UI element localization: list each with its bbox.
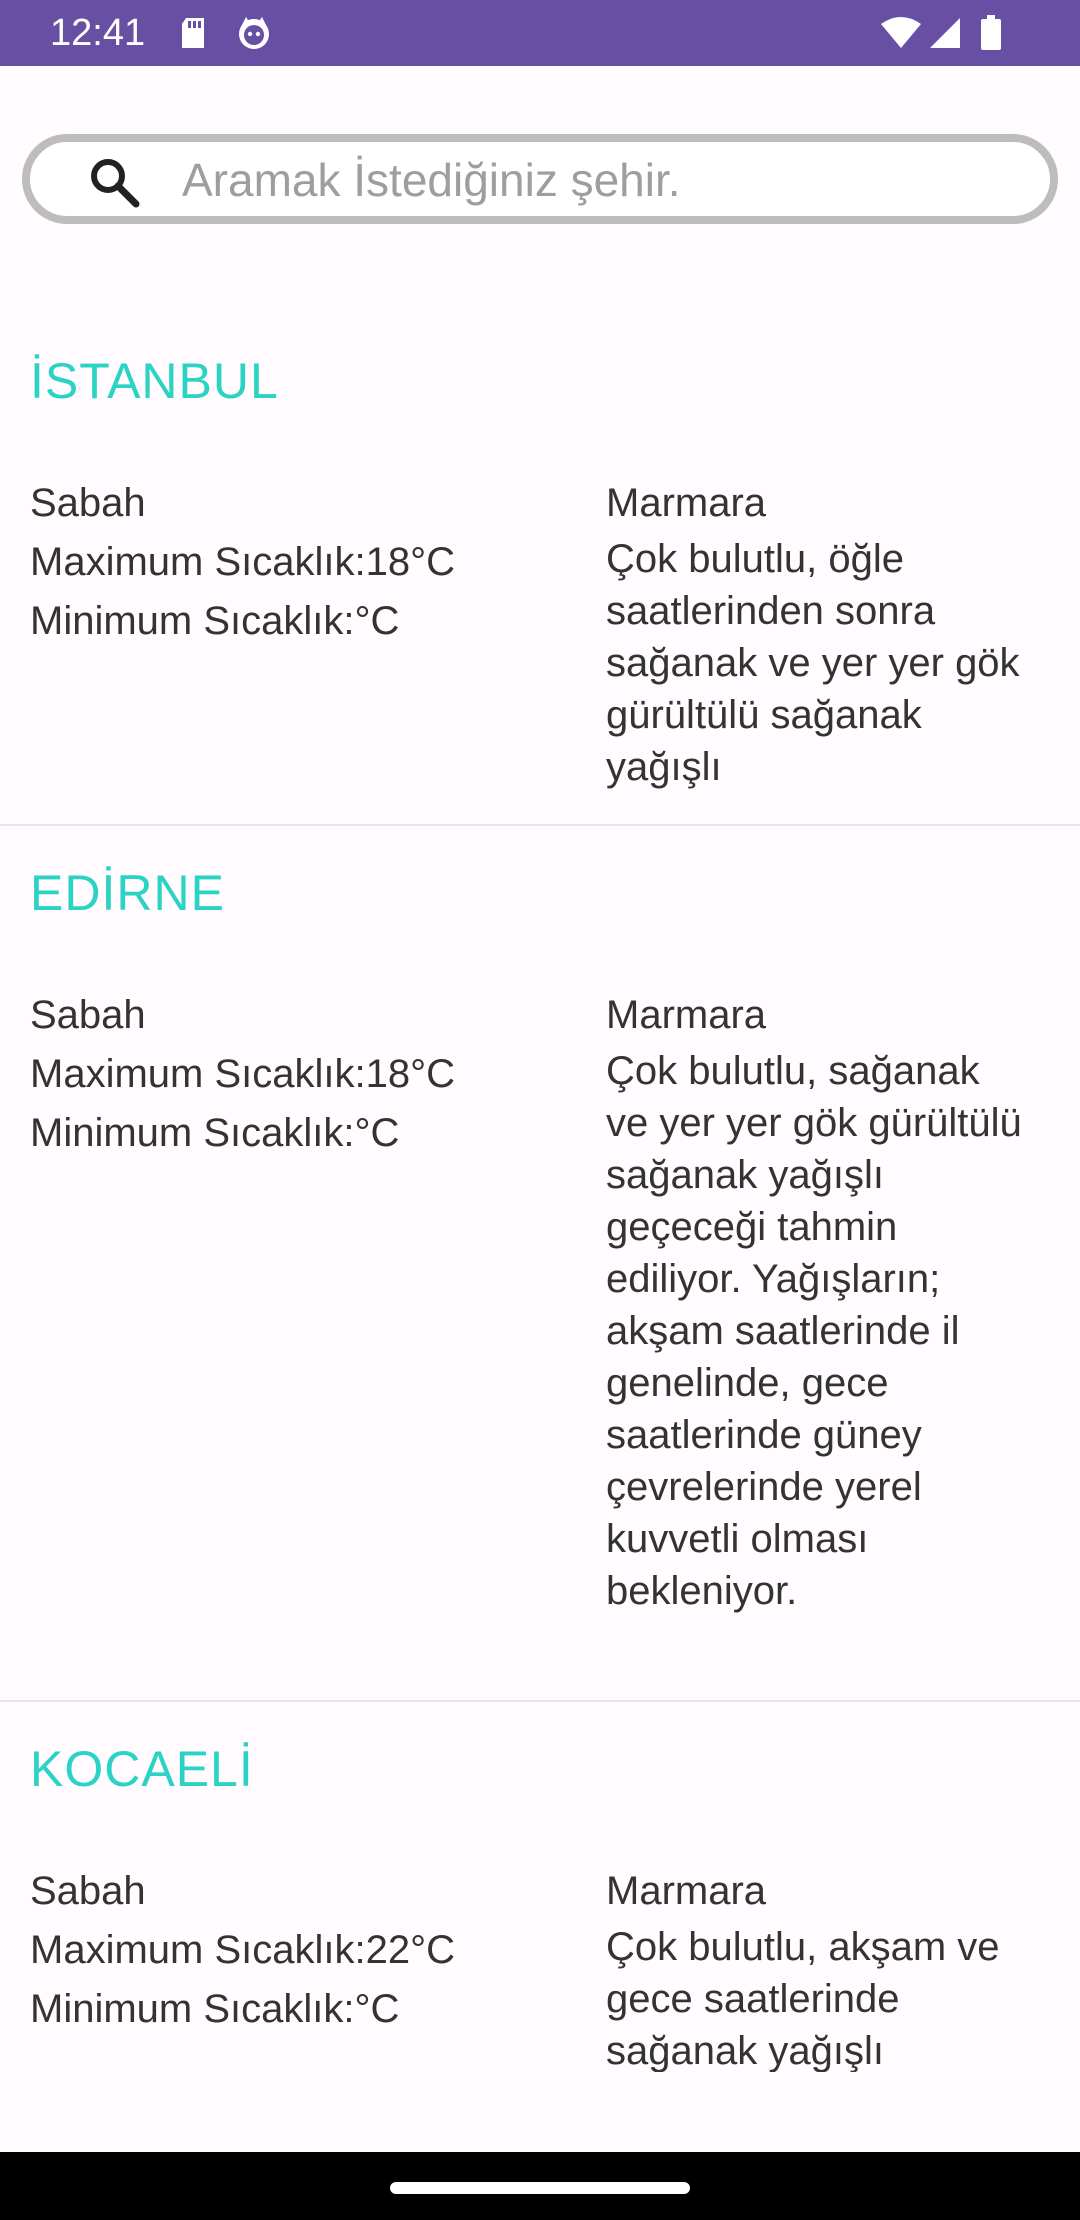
min-temp-label: Minimum Sıcaklık:°C — [30, 1111, 400, 1155]
min-temp-label: Minimum Sıcaklık:°C — [30, 599, 400, 643]
forecast-description: Çok bulutlu, akşam ve gece saatlerinde s… — [606, 1925, 1000, 2072]
forecast-info: Marmara Çok bulutlu, akşam ve gece saatl… — [606, 1862, 1026, 2072]
navigation-bar — [0, 2152, 1080, 2220]
city-card-istanbul[interactable]: İSTANBUL Sabah Maximum Sıcaklık:18°C Min… — [0, 300, 1080, 826]
forecast-description: Çok bulutlu, öğle saatlerinden sonra sağ… — [606, 537, 1020, 789]
search-icon[interactable] — [88, 156, 140, 213]
wifi-icon — [880, 0, 922, 66]
cat-icon — [236, 0, 272, 66]
region-label: Marmara — [606, 993, 767, 1037]
city-list[interactable]: İSTANBUL Sabah Maximum Sıcaklık:18°C Min… — [0, 300, 1080, 2072]
forecast-description: Çok bulutlu, sağanak ve yer yer gök gürü… — [606, 1049, 1022, 1613]
temperature-info: Sabah Maximum Sıcaklık:22°C Minimum Sıca… — [30, 1862, 455, 2039]
city-name: İSTANBUL — [30, 353, 279, 409]
region-label: Marmara — [606, 1869, 767, 1913]
max-temp-label: Maximum Sıcaklık:18°C — [30, 1052, 455, 1096]
sd-card-icon — [178, 0, 208, 66]
city-card-kocaeli[interactable]: KOCAELİ Sabah Maximum Sıcaklık:22°C Mini… — [0, 1702, 1080, 2072]
period-label: Sabah — [30, 1869, 146, 1913]
forecast-info: Marmara Çok bulutlu, sağanak ve yer yer … — [606, 986, 1026, 1617]
city-name: EDİRNE — [30, 865, 225, 921]
home-gesture-handle[interactable] — [390, 2182, 690, 2194]
temperature-info: Sabah Maximum Sıcaklık:18°C Minimum Sıca… — [30, 474, 455, 651]
search-input[interactable] — [180, 142, 1044, 218]
city-card-edirne[interactable]: EDİRNE Sabah Maximum Sıcaklık:18°C Minim… — [0, 826, 1080, 1702]
period-label: Sabah — [30, 993, 146, 1037]
status-bar: 12:41 — [0, 0, 1080, 66]
city-name: KOCAELİ — [30, 1741, 254, 1797]
forecast-info: Marmara Çok bulutlu, öğle saatlerinden s… — [606, 474, 1026, 793]
max-temp-label: Maximum Sıcaklık:22°C — [30, 1928, 455, 1972]
max-temp-label: Maximum Sıcaklık:18°C — [30, 540, 455, 584]
region-label: Marmara — [606, 481, 767, 525]
status-time: 12:41 — [50, 12, 146, 54]
signal-icon — [928, 0, 962, 66]
min-temp-label: Minimum Sıcaklık:°C — [30, 1987, 400, 2031]
period-label: Sabah — [30, 481, 146, 525]
temperature-info: Sabah Maximum Sıcaklık:18°C Minimum Sıca… — [30, 986, 455, 1163]
search-bar[interactable] — [22, 134, 1058, 224]
battery-icon — [980, 0, 1002, 66]
